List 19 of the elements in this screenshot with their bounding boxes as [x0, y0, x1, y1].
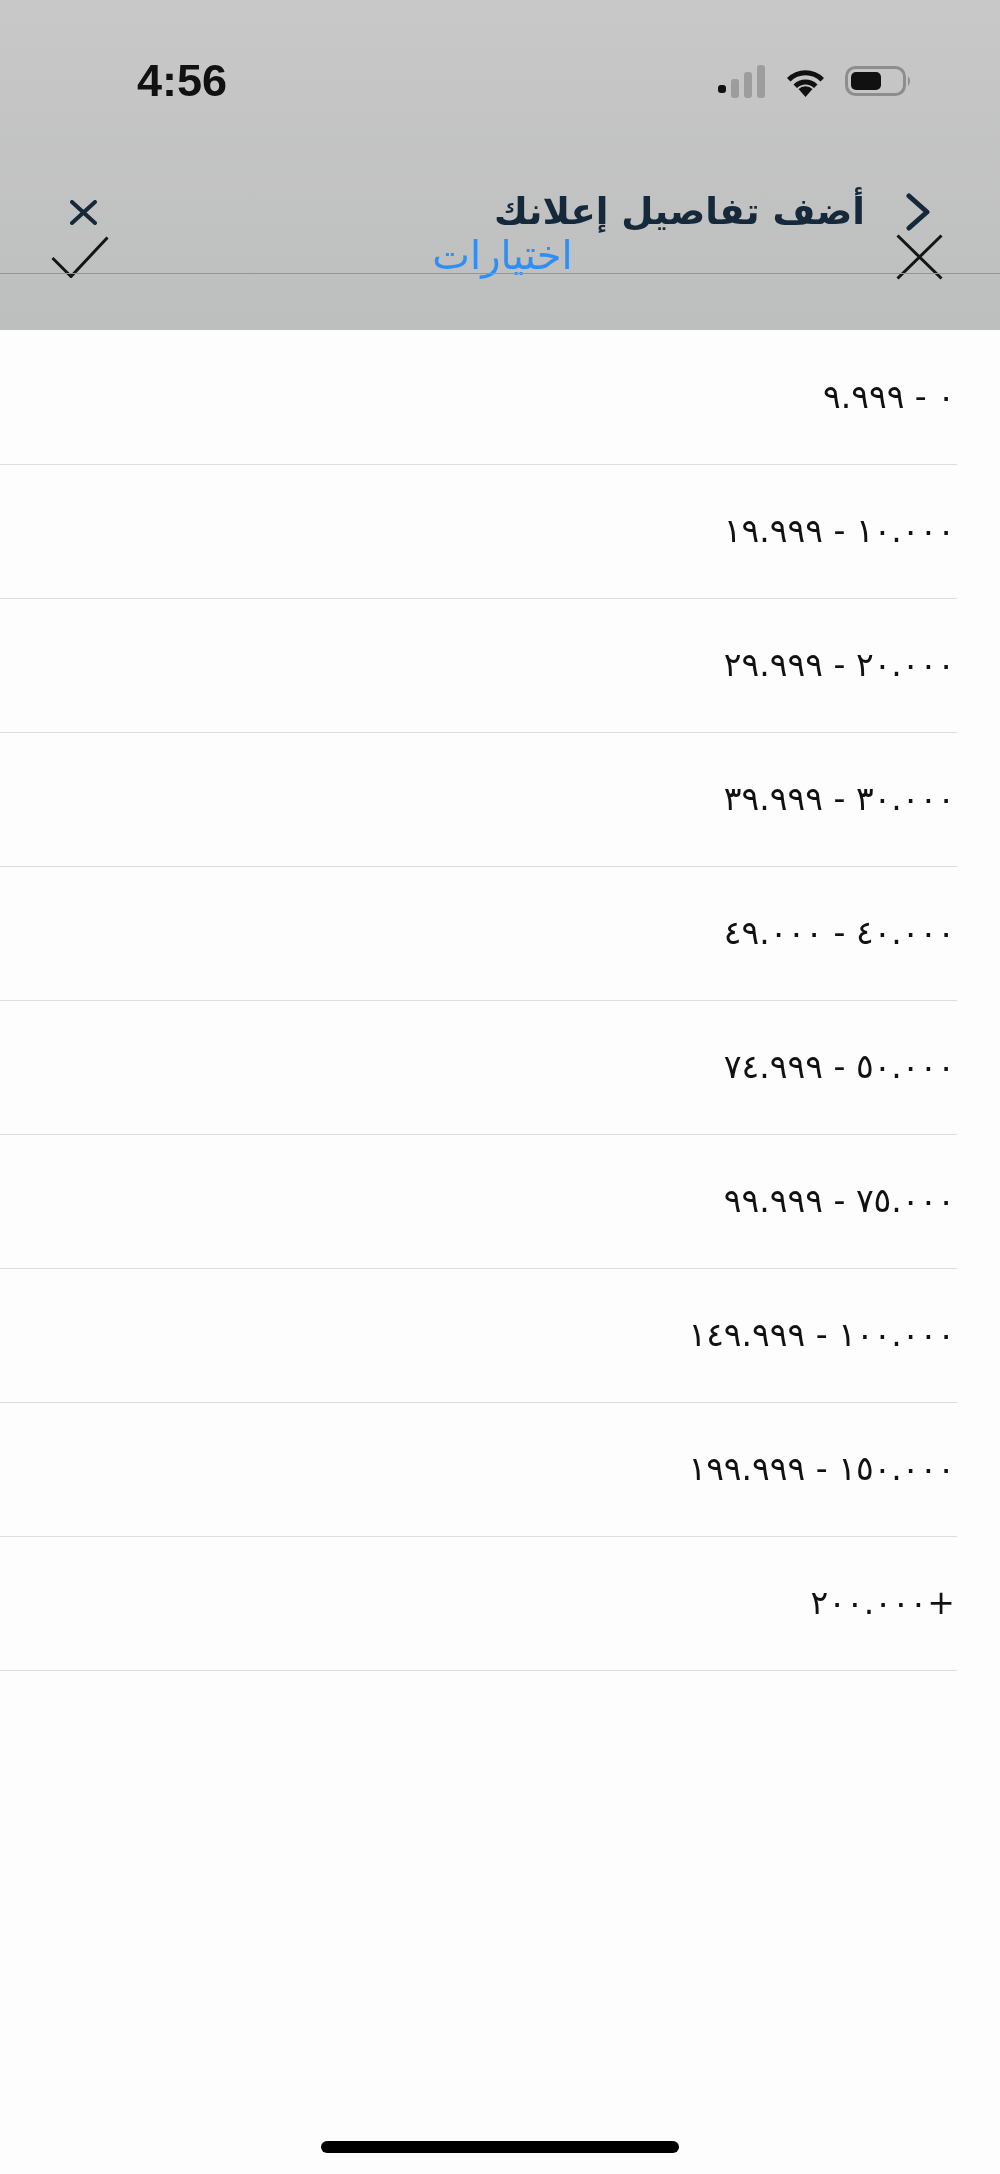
close-icon[interactable] [896, 234, 943, 280]
close-icon[interactable] [70, 199, 97, 225]
status-time: 4:56 [137, 55, 228, 107]
option-item[interactable]: +٢٠٠.٠٠٠ [0, 1537, 957, 1671]
battery-icon [845, 66, 912, 96]
signal-icon [718, 64, 766, 98]
sheet-title: اختيارات [432, 232, 573, 281]
option-item[interactable]: ٥٠.٠٠٠ - ٧٤.٩٩٩ [0, 1001, 957, 1135]
option-item[interactable]: ٠ - ٩.٩٩٩ [0, 331, 957, 465]
option-item[interactable]: ٤٠.٠٠٠ - ٤٩.٠٠٠ [0, 867, 957, 1001]
check-icon[interactable] [51, 236, 109, 278]
option-item[interactable]: ١٥٠.٠٠٠ - ١٩٩.٩٩٩ [0, 1403, 957, 1537]
option-item[interactable]: ٧٥.٠٠٠ - ٩٩.٩٩٩ [0, 1135, 957, 1269]
option-item[interactable]: ١٠.٠٠٠ - ١٩.٩٩٩ [0, 465, 957, 599]
page-title: أضف تفاصيل إعلانك [494, 186, 865, 235]
option-item[interactable]: ١٠٠.٠٠٠ - ١٤٩.٩٩٩ [0, 1269, 957, 1403]
chevron-icon[interactable] [905, 193, 931, 231]
option-item[interactable]: ٣٠.٠٠٠ - ٣٩.٩٩٩ [0, 733, 957, 867]
option-item[interactable]: ٢٠.٠٠٠ - ٢٩.٩٩٩ [0, 599, 957, 733]
